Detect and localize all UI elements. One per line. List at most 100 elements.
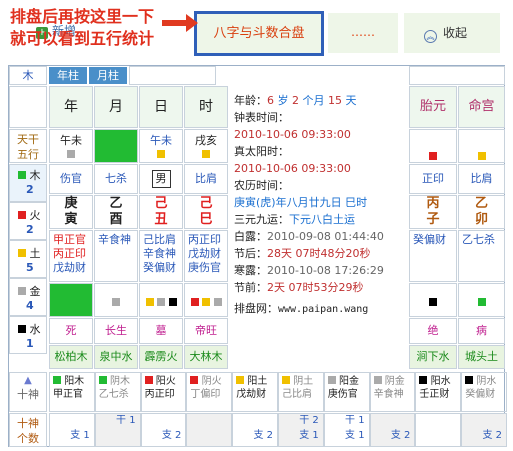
gods-count-cell: 干 2支 1 <box>278 413 324 447</box>
shishen-cell: 阳金 庚伤官 <box>323 372 370 412</box>
site-link[interactable]: www.paipan.wang <box>278 304 368 315</box>
gods-label-1: 十神 <box>17 417 39 430</box>
triangle-icon: ▲ <box>24 375 32 386</box>
yinyang-text: 阴土 <box>293 376 314 387</box>
more-button[interactable]: …… <box>328 13 398 53</box>
metal-square-icon <box>112 298 120 306</box>
yinyang-row: 阴木 <box>98 375 140 388</box>
metal-square-icon <box>18 287 26 295</box>
gods-count-cell: 支 2 <box>232 413 278 447</box>
site-label: 排盘网： <box>234 302 278 315</box>
yinyang-row: 阳木 <box>53 375 94 388</box>
gods-count-cell <box>186 413 233 447</box>
ganzhi-minggong: 乙卯 <box>458 195 505 229</box>
fire-square-icon <box>190 298 199 306</box>
zhi-count: 支 1 <box>299 430 319 441</box>
fire-count: 2 <box>26 223 34 236</box>
collapse-button[interactable]: ︽ 收起 <box>404 13 500 53</box>
lunar-value: 庚寅(虎)年八月廿九日 巳时 <box>234 196 368 209</box>
ganzhi-month: 乙酉 <box>94 195 138 229</box>
canggan-year: 甲正官 丙正印 戊劫财 <box>49 230 93 282</box>
wood-square-icon <box>18 171 26 179</box>
shishen-hour: 比肩 <box>184 164 228 194</box>
solar-label: 真太阳时： <box>234 145 289 158</box>
gan-count <box>50 414 94 429</box>
gz-year: 午未 <box>49 129 93 163</box>
canggan-minggong: 乙七杀 <box>458 230 505 282</box>
yinyang-row: 阴金 <box>373 375 415 388</box>
element-square-icon <box>327 376 336 384</box>
arrow-icon <box>162 14 198 32</box>
site-row: 排盘网：www.paipan.wang <box>234 300 414 318</box>
age-unit3: 天 <box>345 94 357 107</box>
canggan-month-1: 辛食神 <box>98 233 131 246</box>
label-year: 年 <box>49 86 93 128</box>
nayin-month: 泉中水 <box>94 345 138 369</box>
gods-count-cell: 干 1 <box>94 413 141 447</box>
yinyang-text: 阴木 <box>109 376 130 387</box>
earth-square-icon <box>18 249 26 257</box>
age-months: 2 <box>292 94 299 107</box>
bailu-value: 2010-09-08 01:44:40 <box>267 230 384 243</box>
gan-count: 干 1 <box>345 415 365 426</box>
god-text: 己比肩 <box>282 389 312 400</box>
shishen-cell: 阴水 癸偏财 <box>461 372 507 412</box>
yuan-row: 三元九运：下元八白土运 <box>234 211 414 228</box>
canggan-year-1: 甲正官 <box>53 233 86 246</box>
jq-before-row: 节前：2天 07时53分29秒 <box>234 279 414 296</box>
label-taiyuan: 胎元 <box>409 86 457 128</box>
earth-square-icon <box>202 298 210 306</box>
jq-before-label: 节前： <box>234 281 267 294</box>
gz-year-text: 午未 <box>60 134 82 147</box>
hepan-button[interactable]: 八字与斗数合盘 <box>194 11 324 56</box>
year-pillar-header: 年柱 <box>49 67 87 84</box>
earth-square-icon <box>157 150 165 158</box>
god-text: 癸偏财 <box>465 389 496 400</box>
fire-square-icon <box>18 211 26 219</box>
water-name: 水 <box>29 323 41 336</box>
gan-hour: 己 <box>199 196 213 211</box>
shishen-cell: 阳木 甲正官 <box>49 372 95 412</box>
gan-count: 干 1 <box>116 415 136 426</box>
label-day: 日 <box>139 86 183 128</box>
god-text: 丙正印 <box>144 389 175 400</box>
yinyang-row: 阳火 <box>144 375 186 388</box>
shishen-year: 伤官 <box>49 164 93 194</box>
shishen-cell: 阳水 壬正财 <box>415 372 462 412</box>
metal-square-icon <box>157 298 165 306</box>
water-square-icon <box>429 298 437 306</box>
age-unit2: 个月 <box>302 94 325 107</box>
age-days: 15 <box>328 94 342 107</box>
fire-square-icon <box>429 152 437 160</box>
wuxing-text: 五行 <box>17 148 39 161</box>
element-square-icon <box>419 376 428 384</box>
hanlu-label: 寒露： <box>234 264 267 277</box>
nayin-taiyuan: 涧下水 <box>409 345 457 369</box>
gods-label-2: 个数 <box>17 432 39 445</box>
zhi-count: 支 1 <box>345 430 365 441</box>
gan-day: 己 <box>154 196 168 211</box>
zhi-count: 支 2 <box>253 430 273 441</box>
wood-name: 木 <box>29 169 41 182</box>
yinyang-text: 阳水 <box>430 376 451 387</box>
zhi-day: 丑 <box>154 212 168 227</box>
taiyuan-sq <box>409 129 457 163</box>
yuan-value: 下元八白土运 <box>289 213 355 226</box>
yuan-label: 三元九运： <box>234 213 289 226</box>
chevron-up-icon: ︽ <box>424 30 437 43</box>
xingyun-taiyuan: 绝 <box>409 318 457 344</box>
gods-count-cell: 支 1 <box>49 413 95 447</box>
corner-cell <box>9 86 47 128</box>
zhi-year: 寅 <box>64 212 78 227</box>
wuxing-wood: 木2 <box>9 164 47 202</box>
canggan-hour-1: 丙正印 <box>188 233 221 246</box>
element-square-icon <box>236 376 245 384</box>
yinyang-text: 阳木 <box>64 376 85 387</box>
yinyang-row: 阴火 <box>190 375 231 388</box>
shishen-taiyuan: 正印 <box>409 164 457 194</box>
bailu-row: 白露：2010-09-08 01:44:40 <box>234 228 414 245</box>
shishen-cell: 阴金 辛食神 <box>369 372 416 412</box>
gan-taiyuan: 丙 <box>426 196 440 211</box>
hanlu-row: 寒露：2010-10-08 17:26:29 <box>234 262 414 279</box>
gan-year: 庚 <box>64 196 78 211</box>
